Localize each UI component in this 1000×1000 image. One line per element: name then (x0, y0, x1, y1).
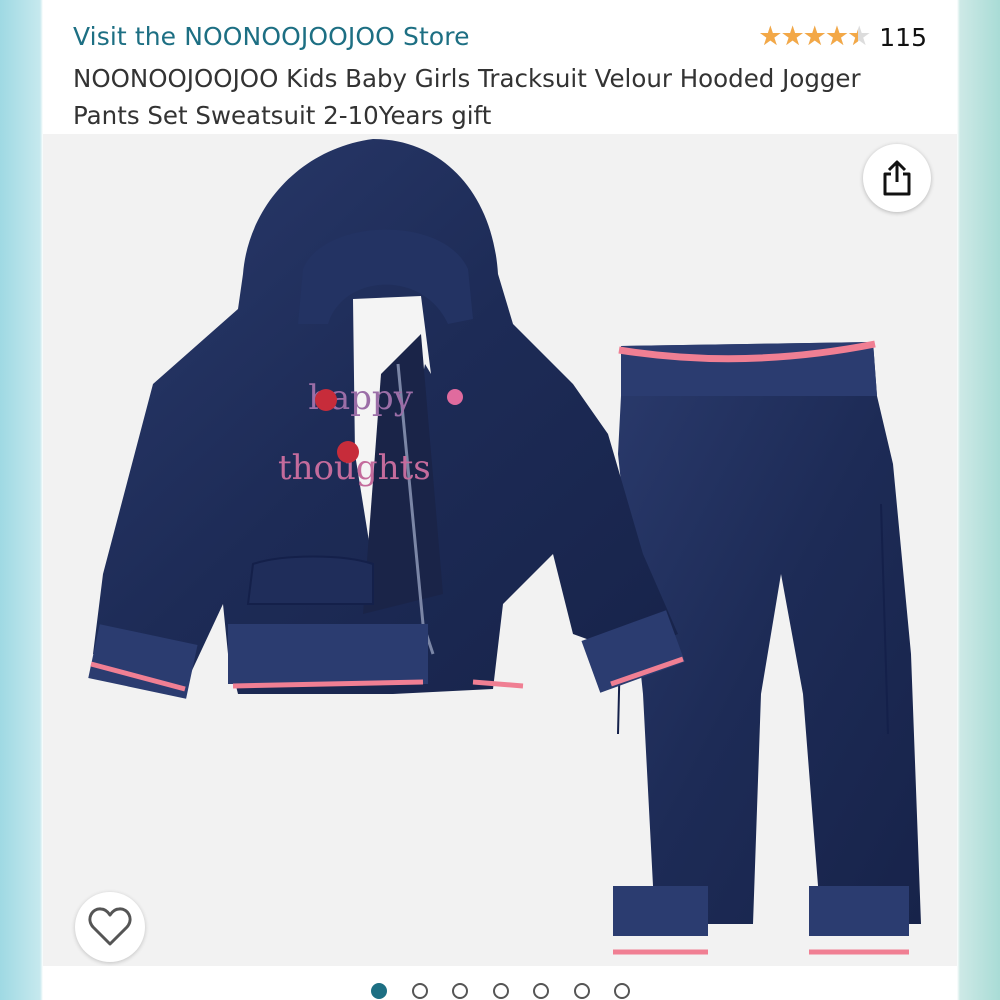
carousel-dot[interactable] (614, 983, 630, 999)
flower-decoration (337, 441, 359, 463)
hooded-jacket (88, 139, 685, 699)
rating-summary[interactable]: ★★★★★ ★★★★★ 115 (758, 22, 927, 52)
product-image: happy thoughts (88, 139, 921, 955)
product-page: Visit the NOONOOJOOJOO Store ★★★★★ ★★★★★… (43, 0, 957, 1000)
store-link[interactable]: Visit the NOONOOJOOJOO Store (73, 22, 470, 51)
product-image-area[interactable]: happy thoughts (43, 134, 957, 966)
carousel-dot[interactable] (452, 983, 468, 999)
carousel-dot[interactable] (533, 983, 549, 999)
flower-decoration (447, 389, 463, 405)
carousel-dot[interactable] (573, 983, 590, 999)
carousel-dot[interactable] (411, 983, 428, 999)
carousel-dots[interactable] (43, 983, 957, 1000)
carousel-dot[interactable] (492, 983, 509, 999)
rating-count[interactable]: 115 (879, 23, 927, 52)
share-button[interactable] (863, 144, 931, 212)
carousel-dot[interactable] (371, 983, 387, 999)
share-icon (883, 160, 911, 196)
product-title: NOONOOJOOJOO Kids Baby Girls Tracksuit V… (73, 64, 861, 130)
flower-decoration (315, 389, 337, 411)
stars-filled: ★★★★★ (758, 22, 858, 52)
star-rating: ★★★★★ ★★★★★ (758, 22, 871, 52)
wishlist-button[interactable] (75, 892, 145, 962)
heart-outline-icon (88, 907, 132, 946)
